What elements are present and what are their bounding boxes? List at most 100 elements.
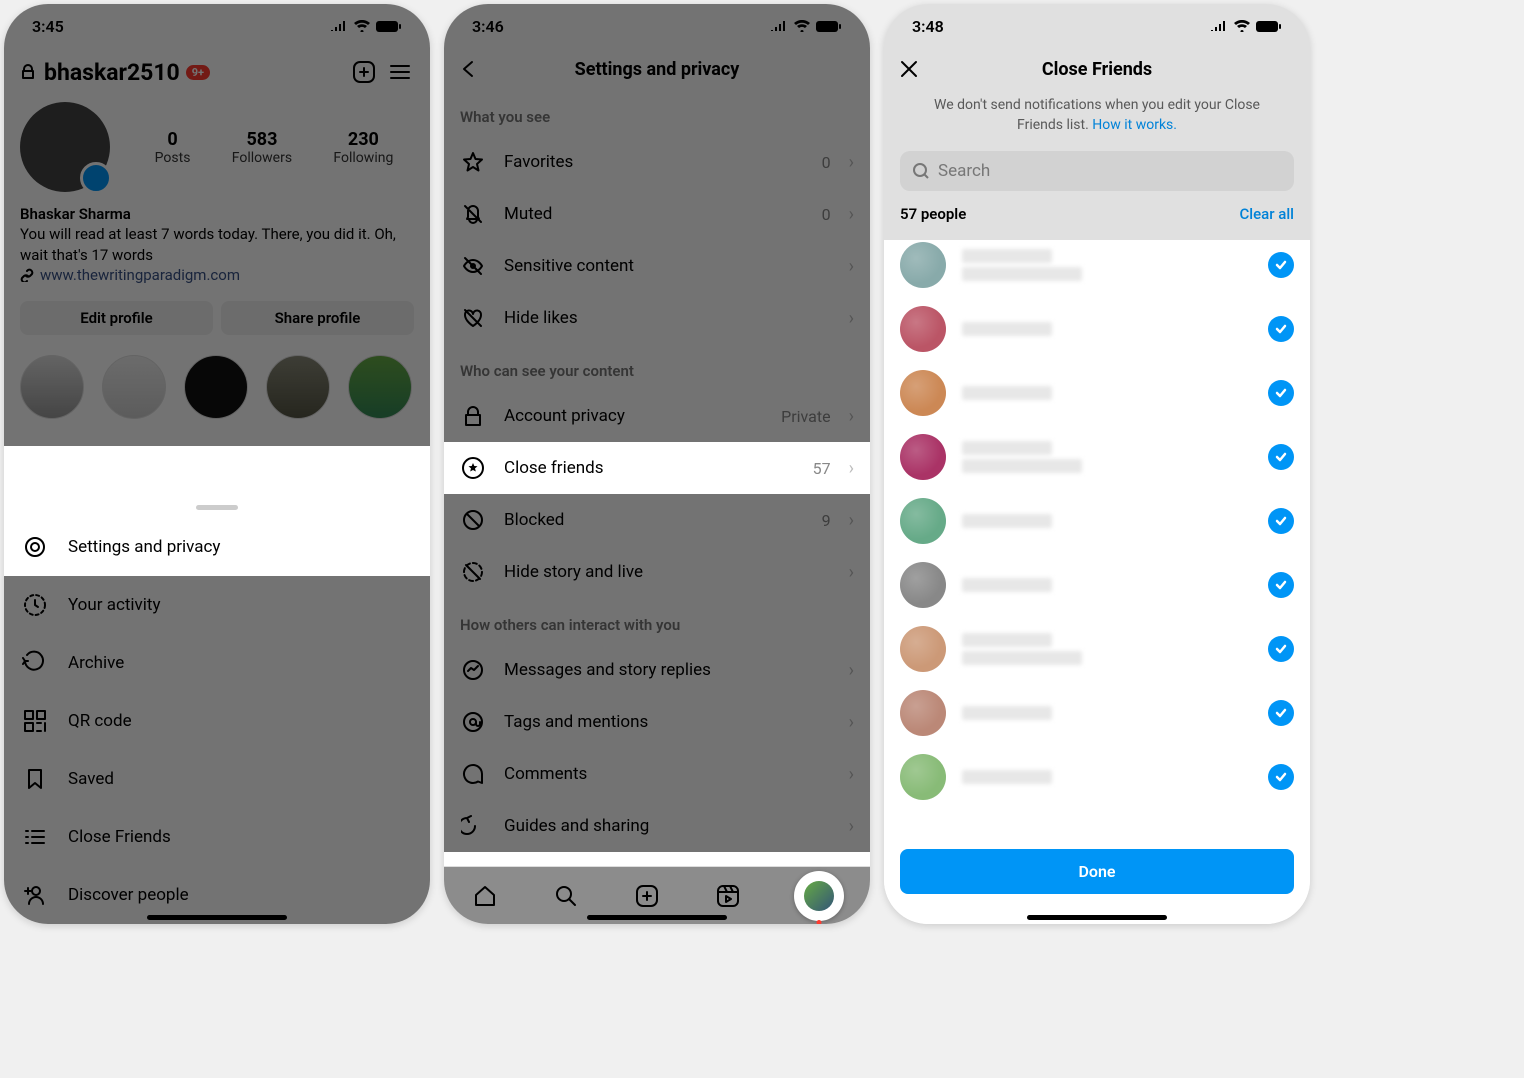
friend-row[interactable]	[884, 361, 1310, 425]
friend-row[interactable]	[884, 489, 1310, 553]
friend-row[interactable]	[884, 617, 1310, 681]
selected-check-icon[interactable]	[1268, 700, 1294, 726]
comment-icon	[460, 761, 486, 787]
back-button[interactable]	[458, 58, 486, 80]
done-button[interactable]: Done	[900, 849, 1294, 894]
menu-label: Close Friends	[68, 827, 171, 847]
cellular-icon	[770, 20, 788, 32]
row-messages[interactable]: Messages and story replies›	[444, 644, 870, 696]
highlight-item[interactable]	[348, 355, 412, 419]
list-icon	[22, 824, 48, 850]
selected-check-icon[interactable]	[1268, 316, 1294, 342]
friend-avatar	[900, 562, 946, 608]
row-favorites[interactable]: Favorites0›	[444, 136, 870, 188]
friend-row[interactable]	[884, 681, 1310, 745]
friend-row[interactable]	[884, 425, 1310, 489]
tab-profile[interactable]	[794, 871, 844, 921]
close-button[interactable]	[898, 58, 926, 80]
stat-following[interactable]: 230Following	[333, 129, 393, 166]
friend-name	[962, 706, 1252, 720]
create-button[interactable]	[350, 58, 378, 86]
clear-all-button[interactable]: Clear all	[1240, 205, 1295, 223]
row-comments[interactable]: Comments›	[444, 748, 870, 800]
add-person-icon	[22, 882, 48, 908]
wifi-icon	[354, 20, 370, 32]
highlight-item[interactable]	[184, 355, 248, 419]
menu-saved[interactable]: Saved	[4, 750, 430, 808]
heart-off-icon	[460, 305, 486, 331]
friend-name	[962, 770, 1252, 784]
friend-row[interactable]	[884, 553, 1310, 617]
friend-row[interactable]	[884, 233, 1310, 297]
menu-label: Settings and privacy	[68, 537, 220, 557]
status-bar: 3:45	[4, 4, 430, 48]
menu-label: Discover people	[68, 885, 189, 905]
row-account-privacy[interactable]: Account privacyPrivate›	[444, 390, 870, 442]
selected-check-icon[interactable]	[1268, 764, 1294, 790]
profile-stats-row: 0Posts 583Followers 230Following	[4, 96, 430, 198]
phone-profile: 3:45 bhaskar2510 9+ 0Posts 583Followers …	[4, 4, 430, 924]
options-bottom-sheet: Settings and privacy Your activity Archi…	[4, 497, 430, 924]
selected-check-icon[interactable]	[1268, 252, 1294, 278]
bio-link[interactable]: www.thewritingparadigm.com	[20, 265, 414, 285]
home-indicator	[587, 915, 727, 920]
selected-check-icon[interactable]	[1268, 572, 1294, 598]
friend-avatar	[900, 242, 946, 288]
menu-your-activity[interactable]: Your activity	[4, 576, 430, 634]
selected-check-icon[interactable]	[1268, 636, 1294, 662]
edit-profile-button[interactable]: Edit profile	[20, 301, 213, 335]
search-input[interactable]: Search	[900, 151, 1294, 191]
friend-avatar	[900, 306, 946, 352]
phone-settings: 3:46 Settings and privacy What you see F…	[444, 4, 870, 924]
selected-check-icon[interactable]	[1268, 444, 1294, 470]
row-hide-story[interactable]: Hide story and live›	[444, 546, 870, 598]
bookmark-icon	[22, 766, 48, 792]
section-header: How others can interact with you	[444, 598, 870, 644]
eye-off-icon	[460, 253, 486, 279]
menu-archive[interactable]: Archive	[4, 634, 430, 692]
row-sensitive[interactable]: Sensitive content›	[444, 240, 870, 292]
row-guides[interactable]: Guides and sharing›	[444, 800, 870, 852]
section-header: What you see	[444, 90, 870, 136]
row-hide-likes[interactable]: Hide likes›	[444, 292, 870, 344]
bio-text: You will read at least 7 words today. Th…	[20, 224, 414, 265]
highlight-item[interactable]	[102, 355, 166, 419]
friend-name	[962, 249, 1252, 281]
menu-settings-privacy[interactable]: Settings and privacy	[4, 518, 430, 576]
friend-name	[962, 514, 1252, 528]
phone-close-friends: 3:48 Close Friends We don't send notific…	[884, 4, 1310, 924]
selected-check-icon[interactable]	[1268, 508, 1294, 534]
username-text: bhaskar2510	[44, 59, 180, 86]
close-friends-header: Close Friends	[884, 48, 1310, 90]
selected-check-icon[interactable]	[1268, 380, 1294, 406]
row-close-friends[interactable]: Close friends57›	[444, 442, 870, 494]
friend-row[interactable]	[884, 297, 1310, 361]
how-it-works-link[interactable]: How it works.	[1092, 117, 1177, 133]
stat-posts[interactable]: 0Posts	[155, 129, 191, 166]
username-dropdown[interactable]: bhaskar2510 9+	[44, 59, 342, 86]
lock-icon	[460, 403, 486, 429]
friend-name	[962, 322, 1252, 336]
friend-row[interactable]	[884, 745, 1310, 809]
row-muted[interactable]: Muted0›	[444, 188, 870, 240]
status-bar: 3:46	[444, 4, 870, 48]
gear-icon	[22, 534, 48, 560]
friend-name	[962, 441, 1252, 473]
profile-avatar[interactable]	[20, 102, 110, 192]
clock: 3:48	[912, 17, 944, 36]
highlight-item[interactable]	[266, 355, 330, 419]
friend-avatar	[900, 626, 946, 672]
profile-action-buttons: Edit profile Share profile	[4, 291, 430, 345]
menu-qr-code[interactable]: QR code	[4, 692, 430, 750]
menu-close-friends[interactable]: Close Friends	[4, 808, 430, 866]
sheet-drag-handle[interactable]	[196, 505, 238, 510]
hamburger-menu-button[interactable]	[386, 58, 414, 86]
stat-followers[interactable]: 583Followers	[232, 129, 292, 166]
wifi-icon	[1234, 20, 1250, 32]
row-blocked[interactable]: Blocked9›	[444, 494, 870, 546]
share-profile-button[interactable]: Share profile	[221, 301, 414, 335]
settings-header: Settings and privacy	[444, 48, 870, 90]
display-name: Bhaskar Sharma	[20, 204, 414, 224]
highlight-item[interactable]	[20, 355, 84, 419]
row-tags[interactable]: Tags and mentions›	[444, 696, 870, 748]
